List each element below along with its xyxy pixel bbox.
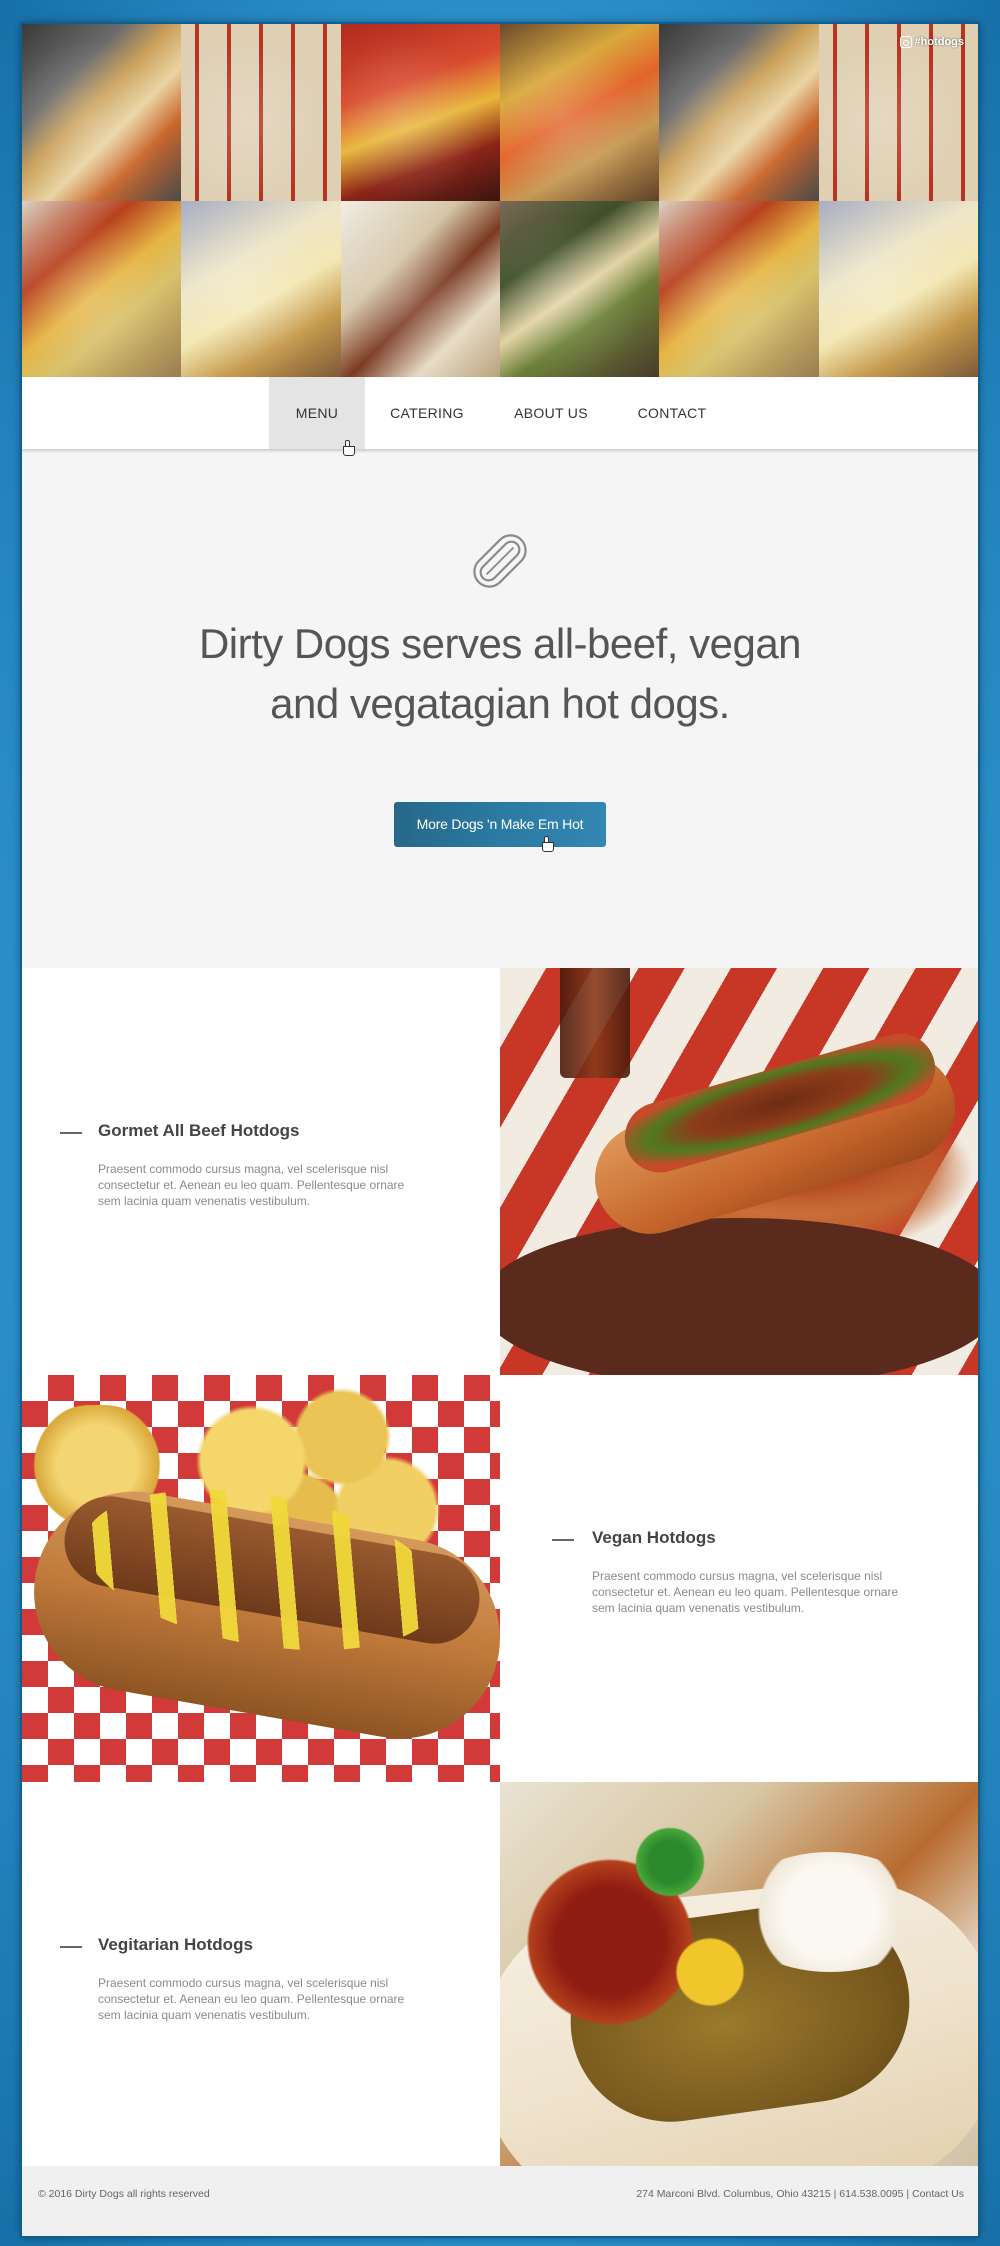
instagram-photo[interactable] bbox=[818, 200, 978, 377]
hero-title: Dirty Dogs serves all-beef, vegan and ve… bbox=[150, 614, 850, 734]
product-description: Praesent commodo cursus magna, vel scele… bbox=[98, 1162, 405, 1208]
hand-cursor-icon bbox=[343, 440, 355, 456]
product-image-vegan-hotdog bbox=[22, 1375, 500, 1782]
product-title: Vegitarian Hotdogs bbox=[98, 1935, 253, 1954]
hero-title-line1: Dirty Dogs serves all-beef, vegan bbox=[198, 620, 802, 667]
nav-item-catering[interactable]: CATERING bbox=[365, 377, 489, 449]
footer-address: 274 Marconi Blvd. Columbus, Ohio 43215 bbox=[636, 2188, 831, 2200]
product-description: Praesent commodo cursus magna, vel scele… bbox=[592, 1569, 899, 1615]
product-image-vegitarian-hotdog bbox=[500, 1782, 978, 2189]
instagram-hashtag-badge[interactable]: #hotdogs bbox=[899, 36, 965, 48]
page-frame: #hotdogs MENU CATERING ABOUT US CONTACT … bbox=[22, 24, 978, 2236]
product-row-beef: Gormet All Beef Hotdogs Praesent commodo… bbox=[22, 968, 978, 1375]
hand-cursor-icon bbox=[542, 836, 554, 852]
nav-item-contact[interactable]: CONTACT bbox=[613, 377, 731, 449]
main-nav: MENU CATERING ABOUT US CONTACT bbox=[22, 377, 978, 456]
footer-contact-info: 274 Marconi Blvd. Columbus, Ohio 43215 |… bbox=[636, 2166, 964, 2222]
instagram-mosaic bbox=[22, 24, 978, 377]
product-row-vegitarian: Vegitarian Hotdogs Praesent commodo curs… bbox=[22, 1782, 978, 2189]
instagram-hashtag: #hotdogs bbox=[914, 36, 965, 48]
instagram-photo[interactable] bbox=[22, 200, 182, 377]
instagram-photo[interactable] bbox=[181, 200, 341, 377]
hero-section: Dirty Dogs serves all-beef, vegan and ve… bbox=[22, 449, 978, 968]
product-text: Gormet All Beef Hotdogs Praesent commodo… bbox=[22, 968, 500, 1375]
instagram-photo[interactable] bbox=[340, 200, 500, 377]
hotdog-icon bbox=[473, 534, 527, 588]
title-dash bbox=[60, 1946, 82, 1948]
instagram-icon bbox=[899, 36, 912, 48]
nav-item-menu[interactable]: MENU bbox=[269, 377, 365, 449]
footer-separator: | bbox=[833, 2188, 837, 2200]
more-dogs-button[interactable]: More Dogs 'n Make Em Hot bbox=[394, 802, 606, 847]
instagram-photo[interactable] bbox=[499, 200, 660, 377]
title-dash bbox=[60, 1132, 82, 1134]
product-row-vegan: Vegan Hotdogs Praesent commodo cursus ma… bbox=[22, 1375, 978, 1782]
title-dash bbox=[552, 1539, 574, 1541]
hero-title-line2: and vegatagian hot dogs. bbox=[270, 680, 730, 727]
footer-contact-link[interactable]: Contact Us bbox=[912, 2188, 964, 2200]
footer: © 2016 Dirty Dogs all rights reserved 27… bbox=[22, 2166, 978, 2236]
product-title: Gormet All Beef Hotdogs bbox=[98, 1121, 300, 1140]
instagram-photo[interactable] bbox=[22, 24, 182, 201]
instagram-photo[interactable] bbox=[499, 24, 660, 201]
product-text: Vegan Hotdogs Praesent commodo cursus ma… bbox=[500, 1375, 978, 1782]
product-title: Vegan Hotdogs bbox=[592, 1528, 716, 1547]
instagram-photo[interactable] bbox=[181, 24, 341, 201]
instagram-photo[interactable] bbox=[340, 24, 500, 201]
product-description: Praesent commodo cursus magna, vel scele… bbox=[98, 1976, 405, 2022]
footer-copyright: © 2016 Dirty Dogs all rights reserved bbox=[38, 2188, 210, 2200]
footer-separator: | bbox=[906, 2188, 910, 2200]
product-text: Vegitarian Hotdogs Praesent commodo curs… bbox=[22, 1782, 500, 2189]
instagram-photo[interactable] bbox=[659, 200, 819, 377]
footer-phone: 614.538.0095 bbox=[839, 2188, 904, 2200]
product-image-beef-hotdog bbox=[500, 968, 978, 1375]
instagram-photo[interactable] bbox=[659, 24, 819, 201]
instagram-photo[interactable] bbox=[818, 24, 978, 201]
nav-item-about-us[interactable]: ABOUT US bbox=[489, 377, 613, 449]
